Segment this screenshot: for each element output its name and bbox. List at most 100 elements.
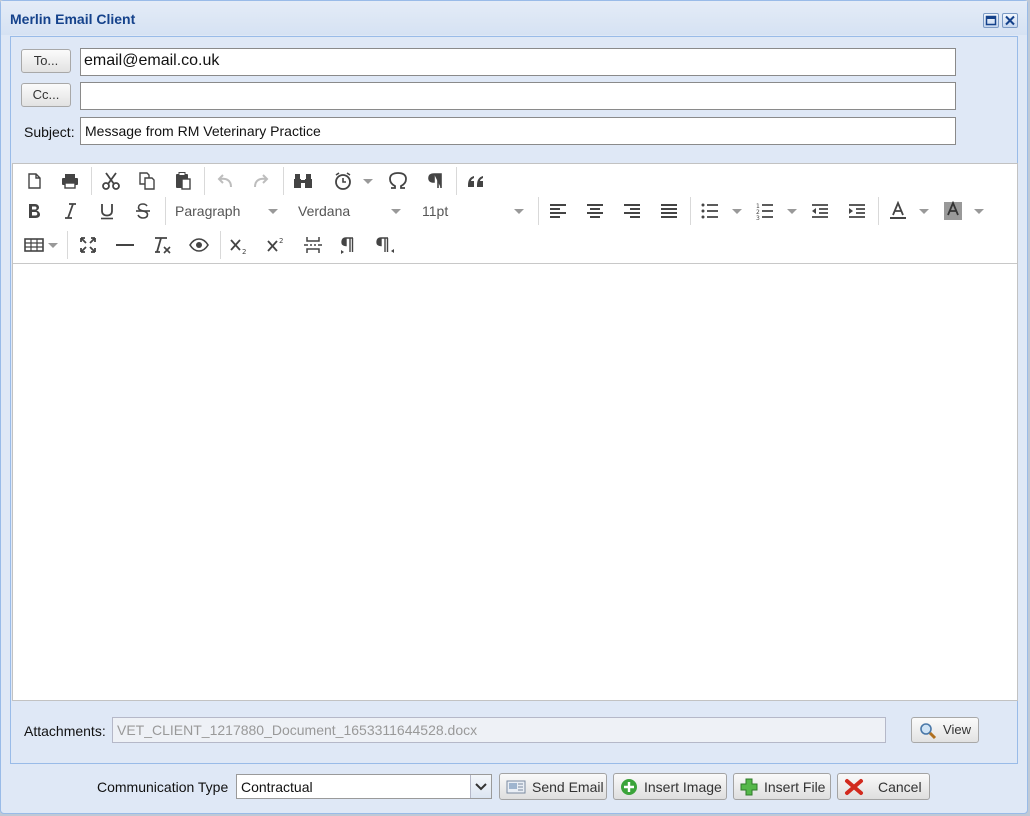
font-size-dropdown[interactable]: 11pt (422, 197, 448, 225)
cancel-icon (845, 778, 863, 795)
strikethrough-button[interactable] (129, 197, 157, 225)
bullet-list-button[interactable] (696, 197, 724, 225)
bullet-list-caret[interactable] (732, 209, 742, 214)
text-color-button[interactable] (884, 197, 912, 225)
clear-formatting-button[interactable] (148, 231, 176, 259)
justify-button[interactable] (655, 197, 683, 225)
send-email-label: Send Email (532, 778, 604, 795)
print-button[interactable] (56, 167, 84, 195)
background-color-icon (944, 201, 962, 220)
undo-icon (217, 174, 232, 188)
special-character-button[interactable] (384, 167, 412, 195)
align-center-button[interactable] (581, 197, 609, 225)
fullscreen-button[interactable] (74, 231, 102, 259)
italic-button[interactable] (56, 197, 84, 225)
table-caret[interactable] (48, 243, 58, 248)
undo-button[interactable] (211, 167, 239, 195)
communication-type-select[interactable]: Contractual (236, 774, 492, 799)
svg-text:2: 2 (242, 248, 246, 254)
horizontal-rule-icon (116, 244, 134, 246)
copy-icon (139, 172, 155, 190)
close-window-button[interactable] (1002, 13, 1018, 28)
format-block-caret[interactable] (268, 209, 278, 214)
outdent-button[interactable] (806, 197, 834, 225)
insert-file-button[interactable]: Insert File (733, 773, 831, 800)
text-color-caret[interactable] (919, 209, 929, 214)
blockquote-button[interactable] (462, 167, 490, 195)
cut-button[interactable] (97, 167, 125, 195)
show-blocks-button[interactable] (421, 167, 449, 195)
to-field[interactable]: email@email.co.uk (80, 48, 956, 76)
subject-field[interactable]: Message from RM Veterinary Practice (80, 117, 956, 145)
italic-icon (65, 203, 76, 219)
view-attachment-button[interactable]: View (911, 717, 979, 743)
cancel-button[interactable]: Cancel (837, 773, 930, 800)
horizontal-rule-button[interactable] (111, 231, 139, 259)
ltr-button[interactable] (335, 231, 363, 259)
font-size-caret[interactable] (514, 209, 524, 214)
print-icon (62, 174, 78, 189)
indent-button[interactable] (843, 197, 871, 225)
bullet-list-icon (701, 203, 718, 219)
paste-icon (176, 172, 191, 190)
cc-field[interactable] (80, 82, 956, 110)
communication-type-trigger[interactable] (470, 775, 491, 798)
editor-content-area[interactable] (13, 264, 1017, 700)
attachments-field[interactable]: VET_CLIENT_1217880_Document_165331164452… (112, 717, 886, 743)
insert-image-label: Insert Image (644, 778, 722, 795)
cancel-label: Cancel (878, 778, 922, 795)
rich-text-editor: Paragraph Verdana 11pt 1 2 3 2 2 (12, 163, 1018, 701)
subscript-button[interactable]: 2 (225, 231, 253, 259)
numbered-list-button[interactable]: 123 (751, 197, 779, 225)
send-email-icon (506, 780, 526, 793)
numbered-list-caret[interactable] (787, 209, 797, 214)
bold-button[interactable] (20, 197, 48, 225)
magnifier-icon (920, 722, 937, 739)
format-block-dropdown[interactable]: Paragraph (175, 197, 240, 225)
redo-button[interactable] (247, 167, 275, 195)
align-center-icon (587, 204, 603, 218)
background-color-button[interactable] (939, 197, 967, 225)
insert-image-button[interactable]: Insert Image (613, 773, 727, 800)
alarm-dropdown-caret[interactable] (363, 179, 373, 184)
page-break-button[interactable] (299, 231, 327, 259)
paste-button[interactable] (169, 167, 197, 195)
rtl-button[interactable] (372, 231, 400, 259)
window-title: Merlin Email Client (10, 11, 136, 27)
align-right-button[interactable] (618, 197, 646, 225)
underline-icon (101, 204, 113, 220)
maximize-button[interactable] (983, 13, 999, 28)
preview-button[interactable] (185, 231, 213, 259)
editor-toolbar: Paragraph Verdana 11pt 1 2 3 2 2 (13, 164, 1017, 264)
close-icon (1005, 15, 1015, 26)
to-button[interactable]: To... (21, 49, 71, 73)
subject-label: Subject: (24, 124, 75, 140)
outdent-icon (812, 204, 828, 218)
send-email-button[interactable]: Send Email (499, 773, 607, 800)
strikethrough-icon (136, 203, 150, 219)
superscript-button[interactable]: 2 (262, 231, 290, 259)
communication-type-label: Communication Type (97, 779, 229, 795)
chevron-down-icon (475, 783, 487, 791)
find-icon (294, 174, 312, 188)
font-family-dropdown[interactable]: Verdana (298, 197, 350, 225)
alarm-button[interactable] (329, 167, 357, 195)
table-button[interactable] (20, 231, 48, 259)
find-button[interactable] (289, 167, 317, 195)
justify-icon (661, 204, 677, 218)
font-family-caret[interactable] (391, 209, 401, 214)
underline-button[interactable] (93, 197, 121, 225)
background-color-caret[interactable] (974, 209, 984, 214)
cc-button[interactable]: Cc... (21, 83, 71, 107)
copy-button[interactable] (133, 167, 161, 195)
email-form-panel: To... email@email.co.uk Cc... Subject: M… (10, 36, 1018, 764)
table-icon (24, 238, 44, 252)
insert-image-icon (621, 778, 637, 795)
align-left-icon (550, 204, 566, 218)
align-left-button[interactable] (544, 197, 572, 225)
new-document-button[interactable] (20, 167, 48, 195)
alarm-clock-icon (335, 172, 351, 190)
view-button-label: View (943, 722, 971, 737)
redo-icon (254, 174, 269, 188)
align-right-icon (624, 204, 640, 218)
